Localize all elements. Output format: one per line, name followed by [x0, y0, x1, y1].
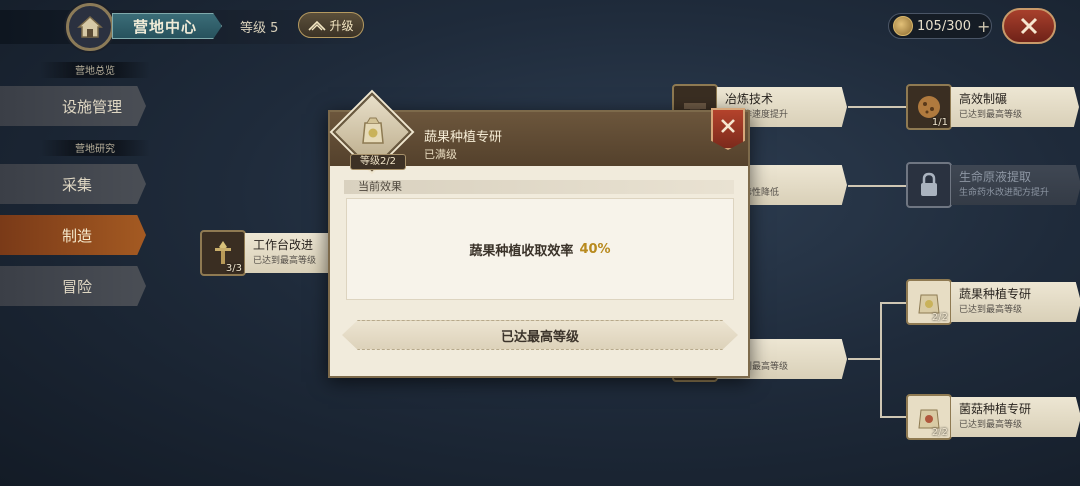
tech-node-title: 生命原液提取	[959, 170, 1032, 184]
sidebar-item-gathering[interactable]: 采集	[0, 164, 146, 204]
resource-value: 105/300	[917, 18, 972, 34]
seed-bag-icon: 2/2	[906, 279, 952, 325]
tech-node-title: 高效制碾	[959, 92, 1008, 106]
tech-node-mushroom-farming[interactable]: 2/2 菌菇种植专研 已达到最高等级	[906, 394, 1080, 440]
tree-connector	[880, 302, 908, 304]
tech-node-efficient-grinding[interactable]: 1/1 高效制碾 已达到最高等级	[906, 84, 1079, 130]
tech-node-desc: 生命药水改进配方提升	[959, 188, 1050, 198]
arrow-up-icon	[308, 20, 327, 31]
tech-node-count: 2/2	[931, 312, 948, 323]
tech-node-title: 蔬果种植专研	[959, 287, 1032, 301]
tech-node-count: 2/2	[931, 427, 948, 438]
close-button[interactable]	[1002, 8, 1056, 44]
dialog-status: 已满级	[424, 148, 457, 161]
sidebar-item-facilities[interactable]: 设施管理	[0, 86, 146, 126]
tech-node-vegetable-farming[interactable]: 2/2 蔬果种植专研 已达到最高等级	[906, 279, 1080, 325]
dialog-title: 蔬果种植专研	[424, 130, 503, 145]
section-label-overview: 营地总览	[40, 62, 150, 78]
tech-node-desc: 已达到最高等级	[959, 110, 1023, 120]
workbench-icon: 3/3	[200, 230, 246, 276]
tech-level-badge: 等级2/2	[350, 154, 406, 170]
tech-node-life-essence[interactable]: 生命原液提取 生命药水改进配方提升	[906, 162, 1080, 208]
mushroom-bag-icon: 2/2	[906, 394, 952, 440]
tree-connector	[848, 358, 880, 360]
camp-level: 等级 5	[240, 21, 279, 36]
upgrade-button[interactable]: 升级	[298, 12, 364, 38]
max-level-button[interactable]: 已达最高等级	[342, 320, 738, 350]
seed-bag-icon	[354, 112, 392, 150]
coin-icon	[893, 16, 913, 36]
tech-detail-dialog: 等级2/2 蔬果种植专研 已满级 当前效果 蔬果种植收取效率 40% 已达最高等…	[328, 92, 750, 378]
section-label-research: 营地研究	[40, 140, 150, 156]
sidebar-item-crafting[interactable]: 制造	[0, 215, 146, 255]
camp-home-button[interactable]	[66, 3, 114, 51]
lock-icon	[906, 162, 952, 208]
effect-text: 蔬果种植收取效率	[469, 243, 574, 259]
tree-connector	[848, 106, 908, 108]
cookie-icon: 1/1	[906, 84, 952, 130]
upgrade-label: 升级	[329, 18, 354, 33]
house-icon	[77, 15, 103, 38]
tech-node-desc: 已达到最高等级	[959, 305, 1023, 315]
tech-node-count: 1/1	[931, 117, 948, 128]
page-title: 营地中心	[112, 13, 222, 39]
tree-connector	[848, 185, 908, 187]
close-icon	[721, 119, 735, 133]
current-effect-header: 当前效果	[344, 180, 734, 194]
tech-node-title: 菌菇种植专研	[959, 402, 1032, 416]
effect-value: 40%	[579, 241, 611, 257]
tech-node-desc: 已达到最高等级	[959, 420, 1023, 430]
tree-connector	[880, 416, 908, 418]
tree-connector	[880, 302, 882, 418]
sidebar-item-adventure[interactable]: 冒险	[0, 266, 146, 306]
tech-node-title: 冶炼技术	[725, 92, 774, 106]
add-resource-icon[interactable]: +	[977, 17, 990, 36]
resource-counter[interactable]: 105/300 +	[888, 13, 992, 39]
current-effect-box: 蔬果种植收取效率 40%	[346, 198, 734, 300]
tech-node-count: 3/3	[225, 263, 242, 274]
close-icon	[1020, 17, 1038, 35]
